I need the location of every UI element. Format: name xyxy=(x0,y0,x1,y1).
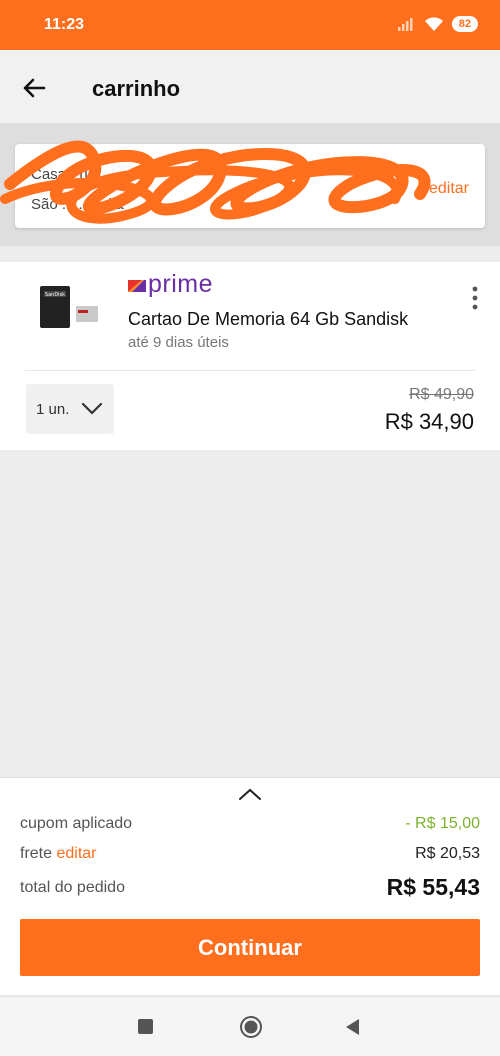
original-price: R$ 49,90 xyxy=(409,386,474,403)
shipping-row-label: frete editar xyxy=(20,845,97,863)
prime-badge: prime xyxy=(128,270,213,299)
address-line1: Casa · rua .......... xyxy=(31,166,147,183)
shipping-edit-link[interactable]: editar xyxy=(56,845,96,862)
continue-button[interactable]: Continuar xyxy=(20,919,480,976)
item-price: R$ 34,90 xyxy=(384,409,474,434)
total-value: R$ 55,43 xyxy=(386,874,480,900)
status-bar: 11:23 82 xyxy=(0,0,500,50)
quantity-select[interactable]: 1 un. xyxy=(26,384,114,434)
home-icon[interactable] xyxy=(239,1015,263,1039)
quantity-value: 1 un. xyxy=(36,400,70,418)
address-card[interactable]: Casa · rua .......... São ......... dia … xyxy=(15,144,485,228)
signal-icon xyxy=(397,18,413,31)
wifi-icon xyxy=(424,17,443,31)
coupon-label: cupom aplicado xyxy=(20,815,133,832)
product-name[interactable]: Cartao De Memoria 64 Gb Sandisk xyxy=(128,309,438,330)
system-nav-bar xyxy=(0,996,500,1056)
chevron-down-icon xyxy=(82,402,103,415)
recent-apps-icon[interactable] xyxy=(138,1019,153,1034)
shipping-value: R$ 20,53 xyxy=(415,845,480,862)
more-vert-icon[interactable] xyxy=(470,286,480,310)
product-image[interactable]: SanDisk xyxy=(38,282,102,334)
status-icons: 82 xyxy=(397,16,478,32)
address-line2: São ......... dia xyxy=(31,196,124,213)
divider xyxy=(25,370,475,371)
total-label: total do pedido xyxy=(20,879,125,896)
order-summary: cupom aplicado - R$ 15,00 frete editar R… xyxy=(0,777,500,995)
coupon-value: - R$ 15,00 xyxy=(405,815,480,832)
nav-back-icon[interactable] xyxy=(343,1017,361,1037)
page-title: carrinho xyxy=(92,76,181,101)
cart-item: SanDisk prime Cartao De Memoria 64 Gb Sa… xyxy=(0,262,500,450)
prime-label: prime xyxy=(148,270,214,298)
battery-indicator: 82 xyxy=(451,16,478,32)
app-header: carrinho xyxy=(0,50,500,124)
delivery-estimate: até 9 dias úteis xyxy=(128,334,229,351)
back-arrow-icon[interactable] xyxy=(18,72,50,104)
chevron-up-icon[interactable] xyxy=(238,786,262,802)
prime-logo-icon xyxy=(128,279,146,292)
address-section: Casa · rua .......... São ......... dia … xyxy=(0,124,500,246)
svg-text:SanDisk: SanDisk xyxy=(45,292,65,298)
address-edit-link[interactable]: editar xyxy=(429,180,469,198)
shipping-label: frete xyxy=(20,845,53,862)
status-time: 11:23 xyxy=(44,16,85,33)
